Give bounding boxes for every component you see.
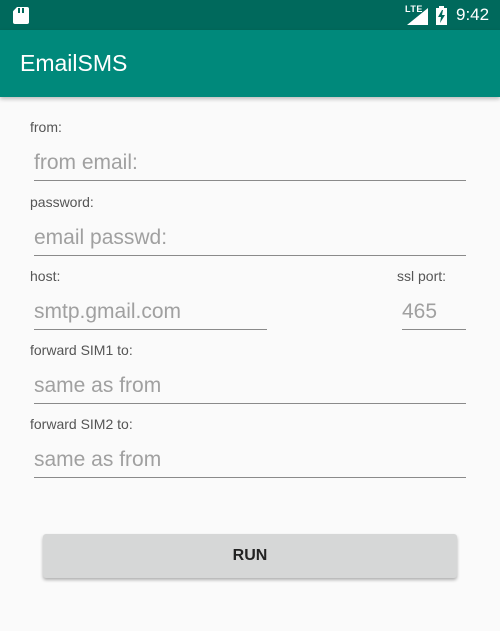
- battery-charging-icon: [436, 6, 447, 25]
- from-label: from:: [30, 119, 62, 135]
- status-bar: LTE 9:42: [0, 0, 500, 30]
- clock: 9:42: [456, 5, 490, 24]
- forward-sim1-label: forward SIM1 to:: [30, 342, 133, 358]
- ssl-port-input[interactable]: [402, 295, 466, 330]
- app-bar: EmailSMS: [0, 30, 500, 97]
- run-button[interactable]: RUN: [43, 534, 457, 578]
- host-input[interactable]: [34, 295, 267, 330]
- forward-sim2-label: forward SIM2 to:: [30, 416, 133, 432]
- sd-card-icon: [13, 7, 29, 24]
- from-email-input[interactable]: [34, 146, 466, 181]
- signal-icon: [407, 8, 428, 25]
- password-label: password:: [30, 194, 94, 210]
- app-title: EmailSMS: [20, 50, 128, 76]
- forward-sim1-input[interactable]: [34, 369, 466, 404]
- password-input[interactable]: [34, 221, 466, 256]
- ssl-port-label: ssl port:: [397, 268, 447, 284]
- forward-sim2-input[interactable]: [34, 443, 466, 478]
- host-label: host:: [30, 268, 61, 284]
